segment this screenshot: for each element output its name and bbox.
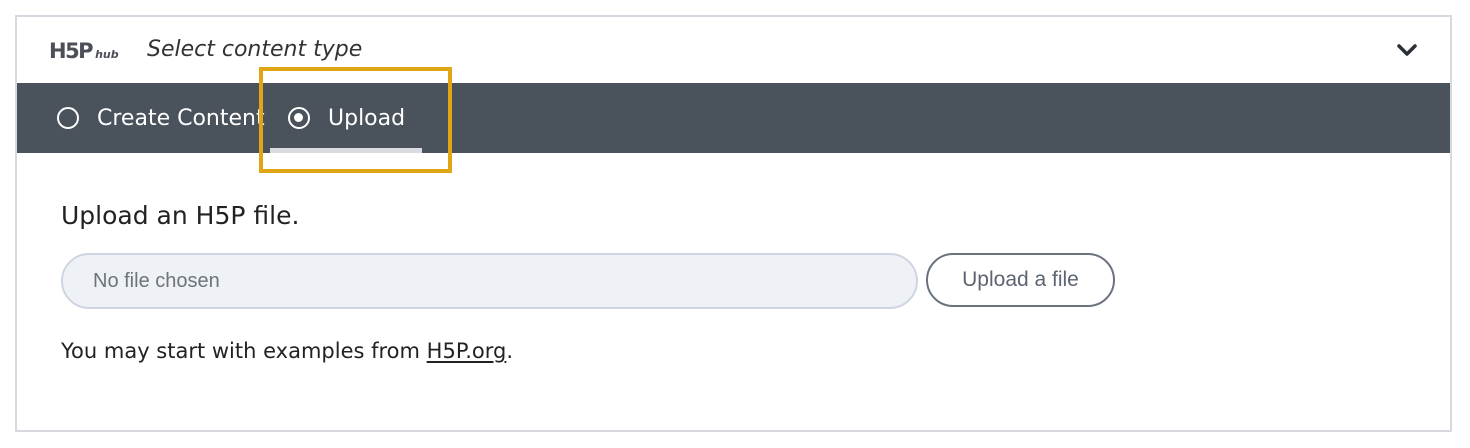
- upload-title: Upload an H5P file.: [61, 201, 300, 230]
- logo-main-text: H5P: [49, 39, 94, 63]
- chevron-down-icon[interactable]: [1396, 39, 1418, 61]
- header-title: Select content type: [147, 37, 363, 62]
- highlight-annotation-box: [259, 67, 452, 173]
- tab-create-content[interactable]: Create Content: [57, 83, 265, 153]
- upload-file-button[interactable]: Upload a file: [926, 253, 1115, 307]
- radio-unchecked-icon[interactable]: [57, 107, 79, 129]
- examples-text: You may start with examples from H5P.org…: [61, 339, 513, 363]
- examples-suffix: .: [506, 339, 514, 363]
- h5p-hub-panel: H5P hub Select content type Create Conte…: [15, 15, 1452, 432]
- file-chosen-field[interactable]: No file chosen: [61, 253, 918, 309]
- tab-create-content-label: Create Content: [97, 105, 265, 131]
- h5p-org-link[interactable]: H5P.org: [427, 339, 507, 363]
- hub-header[interactable]: H5P hub Select content type: [17, 17, 1450, 83]
- tab-bar: Create Content Upload: [17, 83, 1450, 153]
- h5p-hub-logo: H5P hub: [49, 39, 119, 63]
- logo-sub-text: hub: [95, 48, 119, 61]
- examples-prefix: You may start with examples from: [61, 339, 427, 363]
- file-chosen-placeholder: No file chosen: [93, 269, 220, 292]
